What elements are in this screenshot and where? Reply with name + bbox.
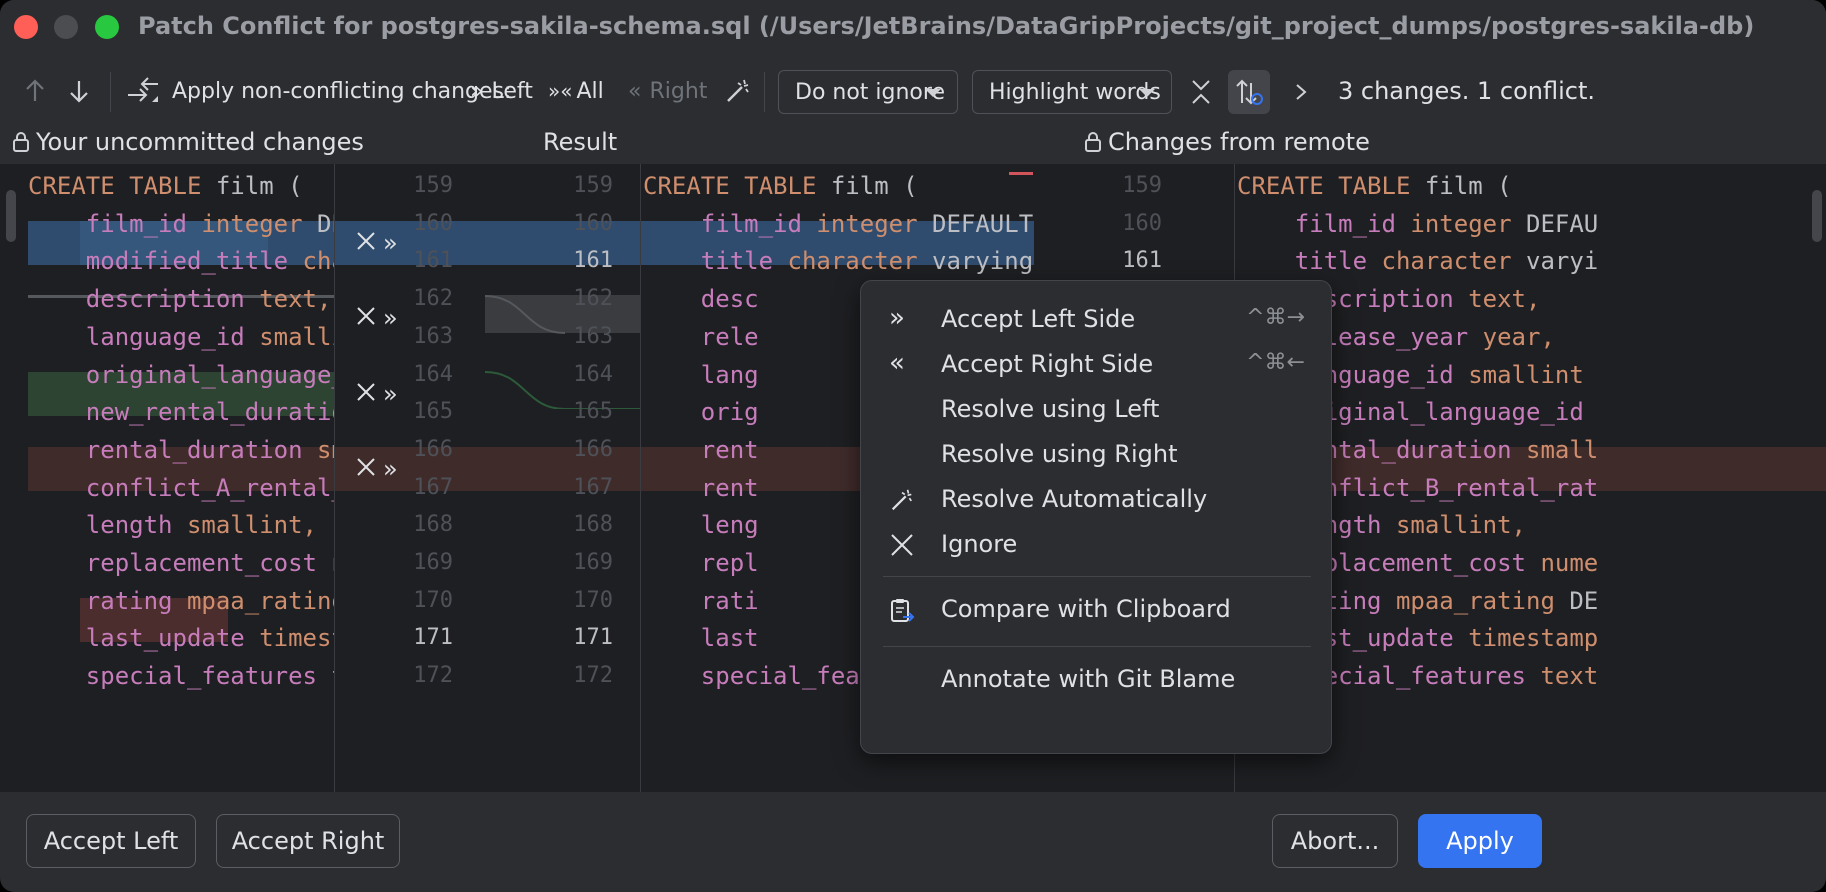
close-icon	[889, 532, 915, 558]
menu-item-accept-right-side[interactable]: « Accept Right Side ^⌘←	[871, 342, 1323, 386]
apply-right-label: Right	[649, 78, 708, 104]
highlight-select-value: Highlight words	[989, 79, 1161, 105]
gutter-actions-165: »	[355, 372, 398, 416]
patch-conflict-dialog: Patch Conflict for postgres-sakila-schem…	[0, 0, 1826, 892]
minimize-window-button[interactable]	[54, 15, 78, 39]
ignore-change-icon[interactable]	[355, 230, 377, 256]
apply-left-change-icon[interactable]: »	[383, 380, 398, 408]
more-toolbar-button[interactable]	[1280, 70, 1322, 114]
left-pane-header: Your uncommitted changes	[12, 124, 364, 160]
sync-scroll-icon	[1236, 79, 1263, 105]
double-chevron-right-icon: »	[470, 78, 484, 104]
accept-right-button[interactable]: Accept Right	[216, 814, 400, 868]
center-pane-header: Result	[543, 124, 617, 160]
menu-item-resolve-using-right[interactable]: Resolve using Right	[871, 432, 1323, 476]
code-line: special_features te	[85, 662, 334, 691]
double-chevron-right-icon: »	[889, 303, 905, 333]
apply-changes-menu-button[interactable]	[124, 64, 162, 118]
scrollbar-thumb[interactable]	[1812, 190, 1822, 242]
menu-item-shortcut: ^⌘→	[1246, 305, 1305, 330]
apply-left-change-icon[interactable]: »	[383, 229, 398, 257]
menu-item-resolve-using-left[interactable]: Resolve using Left	[871, 387, 1323, 431]
double-chevron-left-icon: «	[889, 348, 905, 378]
collapse-icon	[1192, 80, 1210, 104]
line-number: 172	[573, 663, 613, 689]
scrollbar-thumb[interactable]	[6, 190, 16, 242]
menu-item-label: Ignore	[941, 530, 1018, 558]
menu-item-ignore[interactable]: Ignore	[871, 522, 1323, 566]
menu-item-shortcut: ^⌘←	[1246, 350, 1305, 375]
previous-change-button[interactable]	[24, 64, 46, 118]
chevron-down-icon	[1139, 89, 1155, 97]
menu-item-label: Resolve Automatically	[941, 485, 1208, 513]
menu-item-label: Accept Left Side	[941, 305, 1136, 333]
abort-button[interactable]: Abort...	[1272, 814, 1398, 868]
menu-separator	[883, 646, 1311, 647]
apply-right-button[interactable]: « Right	[628, 64, 707, 118]
clipboard-compare-icon	[889, 597, 915, 623]
accept-left-button[interactable]: Accept Left	[26, 814, 196, 868]
menu-item-label: Resolve using Left	[941, 395, 1160, 423]
double-chevron-both-icon: »«	[548, 79, 573, 103]
menu-item-label: Accept Right Side	[941, 350, 1154, 378]
conflict-context-menu: » Accept Left Side ^⌘→ « Accept Right Si…	[860, 280, 1332, 754]
apply-changes-icon	[128, 77, 158, 102]
left-editor[interactable]: CREATE TABLE film ( film_id integer DEF …	[0, 164, 334, 792]
apply-left-label: Left	[491, 78, 533, 104]
gutter-actions-167: »	[355, 447, 398, 491]
lock-icon	[13, 132, 29, 152]
arrow-up-icon	[26, 79, 44, 101]
menu-item-compare-with-clipboard[interactable]: Compare with Clipboard	[871, 587, 1323, 631]
menu-separator	[883, 576, 1311, 577]
apply-left-button[interactable]: » Left	[470, 64, 533, 118]
collapse-unchanged-button[interactable]	[1180, 70, 1222, 114]
apply-nonconflicting-label: Apply non-conflicting changes:	[172, 78, 512, 104]
error-stripe-marker	[1009, 172, 1033, 175]
gutter-actions-161: »	[355, 221, 398, 265]
apply-left-change-icon[interactable]: »	[383, 304, 398, 332]
menu-item-label: Resolve using Right	[941, 440, 1178, 468]
title-bar: Patch Conflict for postgres-sakila-schem…	[0, 0, 1826, 56]
change-count-status: 3 changes. 1 conflict.	[1338, 77, 1595, 105]
ignore-change-icon[interactable]	[355, 456, 377, 482]
toolbar-separator	[110, 72, 111, 112]
highlight-mode-select[interactable]: Highlight words	[972, 70, 1172, 114]
resolve-automatically-button[interactable]	[724, 64, 752, 118]
zoom-window-button[interactable]	[95, 15, 119, 39]
magic-wand-icon	[727, 79, 749, 102]
ignore-whitespace-select[interactable]: Do not ignore	[778, 70, 958, 114]
toolbar-separator-2	[764, 72, 765, 112]
left-gutter: 159 160 161 162 163 164 165 166 167 168 169 170 171 1…	[334, 164, 640, 792]
right-pane-header: Changes from remote	[1084, 124, 1370, 160]
sync-scroll-toggle[interactable]	[1228, 70, 1270, 114]
line-number: 172	[413, 663, 453, 689]
menu-item-resolve-automatically[interactable]: Resolve Automatically	[871, 477, 1323, 521]
apply-button[interactable]: Apply	[1418, 814, 1542, 868]
right-pane-title: Changes from remote	[1108, 128, 1370, 156]
chevron-down-icon	[925, 89, 941, 97]
gutter-actions-163: »	[355, 296, 398, 340]
left-pane-title: Your uncommitted changes	[36, 128, 364, 156]
chevron-right-icon	[1296, 84, 1307, 100]
apply-left-change-icon[interactable]: »	[383, 455, 398, 483]
apply-all-label: All	[576, 78, 604, 104]
menu-item-accept-left-side[interactable]: » Accept Left Side ^⌘→	[871, 297, 1323, 341]
menu-item-annotate-git-blame[interactable]: Annotate with Git Blame	[871, 657, 1323, 701]
magic-wand-icon	[889, 487, 915, 513]
lock-icon	[1085, 132, 1101, 152]
ignore-select-value: Do not ignore	[795, 79, 945, 105]
next-change-button[interactable]	[68, 64, 90, 118]
ignore-change-icon[interactable]	[355, 305, 377, 331]
double-chevron-left-icon: «	[628, 78, 642, 104]
window-title: Patch Conflict for postgres-sakila-schem…	[138, 12, 1755, 40]
close-window-button[interactable]	[14, 15, 38, 39]
arrow-down-icon	[70, 81, 88, 103]
menu-item-label: Annotate with Git Blame	[941, 665, 1236, 693]
center-pane-title: Result	[543, 128, 618, 156]
menu-item-label: Compare with Clipboard	[941, 595, 1231, 623]
apply-all-button[interactable]: »« All	[548, 64, 604, 118]
ignore-change-icon[interactable]	[355, 381, 377, 407]
